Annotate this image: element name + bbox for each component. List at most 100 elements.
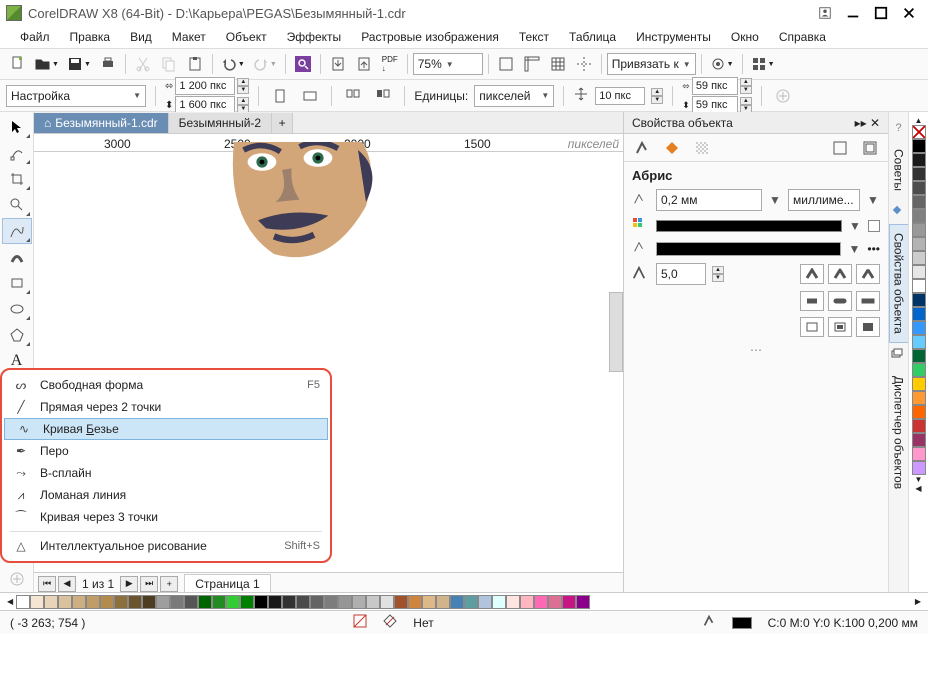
show-grid-button[interactable] bbox=[546, 52, 570, 76]
color-swatch[interactable] bbox=[296, 595, 310, 609]
menu-file[interactable]: Файл bbox=[10, 27, 60, 47]
cap-butt[interactable] bbox=[800, 291, 824, 311]
quick-customize-toolbox[interactable] bbox=[2, 566, 32, 592]
flyout-3point-curve[interactable]: ⁀Кривая через 3 точки bbox=[2, 506, 330, 528]
show-guidelines-button[interactable] bbox=[572, 52, 596, 76]
no-color-swatch[interactable] bbox=[912, 125, 926, 139]
color-swatch[interactable] bbox=[254, 595, 268, 609]
color-swatch[interactable] bbox=[912, 391, 926, 405]
hpal-right-button[interactable]: ▶ bbox=[912, 597, 924, 606]
color-swatch[interactable] bbox=[30, 595, 44, 609]
copy-button[interactable] bbox=[157, 52, 181, 76]
flyout-polyline[interactable]: ⩘Ломаная линия bbox=[2, 484, 330, 506]
doc-tab-2[interactable]: Безымянный-2 bbox=[169, 113, 272, 133]
close-button[interactable] bbox=[896, 4, 922, 22]
open-button[interactable]: ▼ bbox=[32, 52, 62, 76]
color-swatch[interactable] bbox=[912, 447, 926, 461]
outline-width-dd[interactable]: ▼ bbox=[768, 193, 782, 207]
cap-round[interactable] bbox=[828, 291, 852, 311]
color-swatch[interactable] bbox=[100, 595, 114, 609]
color-swatch[interactable] bbox=[912, 153, 926, 167]
color-swatch[interactable] bbox=[156, 595, 170, 609]
color-swatch[interactable] bbox=[310, 595, 324, 609]
freehand-tool[interactable] bbox=[2, 218, 32, 244]
color-swatch[interactable] bbox=[492, 595, 506, 609]
corner-round[interactable] bbox=[828, 264, 852, 284]
outline-color-check[interactable] bbox=[868, 220, 880, 232]
menu-window[interactable]: Окно bbox=[721, 27, 769, 47]
ellipse-tool[interactable] bbox=[2, 296, 32, 322]
color-swatch[interactable] bbox=[912, 293, 926, 307]
color-swatch[interactable] bbox=[912, 335, 926, 349]
paste-button[interactable] bbox=[183, 52, 207, 76]
color-swatch[interactable] bbox=[912, 377, 926, 391]
expand-section-button[interactable]: ⋯ bbox=[750, 343, 762, 357]
quick-customize-button[interactable] bbox=[771, 84, 795, 108]
color-swatch[interactable] bbox=[912, 167, 926, 181]
color-swatch[interactable] bbox=[912, 279, 926, 293]
page-width-input[interactable] bbox=[175, 77, 235, 95]
color-swatch[interactable] bbox=[912, 265, 926, 279]
minimize-button[interactable] bbox=[840, 4, 866, 22]
position-outside[interactable] bbox=[800, 317, 824, 337]
color-swatch[interactable] bbox=[44, 595, 58, 609]
color-swatch[interactable] bbox=[912, 321, 926, 335]
flyout-2point-line[interactable]: ╱Прямая через 2 точки bbox=[2, 396, 330, 418]
color-swatch[interactable] bbox=[912, 209, 926, 223]
current-page-button[interactable] bbox=[371, 84, 395, 108]
color-swatch[interactable] bbox=[562, 595, 576, 609]
color-swatch[interactable] bbox=[198, 595, 212, 609]
color-swatch[interactable] bbox=[912, 307, 926, 321]
menu-edit[interactable]: Правка bbox=[60, 27, 121, 47]
color-swatch[interactable] bbox=[912, 405, 926, 419]
flyout-bspline[interactable]: ⤳В-сплайн bbox=[2, 462, 330, 484]
add-page-button[interactable]: + bbox=[160, 576, 178, 592]
new-button[interactable] bbox=[6, 52, 30, 76]
help-hint-icon[interactable]: ? bbox=[887, 116, 911, 140]
color-swatch[interactable] bbox=[534, 595, 548, 609]
outline-color-picker[interactable] bbox=[656, 220, 842, 232]
landscape-button[interactable] bbox=[298, 84, 322, 108]
shape-tool[interactable] bbox=[2, 140, 32, 166]
position-inside[interactable] bbox=[856, 317, 880, 337]
color-swatch[interactable] bbox=[912, 237, 926, 251]
pick-tool[interactable] bbox=[2, 114, 32, 140]
color-swatch[interactable] bbox=[464, 595, 478, 609]
print-button[interactable] bbox=[96, 52, 120, 76]
color-swatch[interactable] bbox=[338, 595, 352, 609]
color-swatch[interactable] bbox=[912, 223, 926, 237]
nudge-spinner[interactable]: ▲▼ bbox=[651, 88, 663, 104]
color-swatch[interactable] bbox=[142, 595, 156, 609]
side-tab-object-manager[interactable]: Диспетчер объектов bbox=[889, 367, 909, 498]
doc-tab-1[interactable]: ⌂Безымянный-1.cdr bbox=[34, 113, 169, 133]
palette-up-button[interactable]: ▲ bbox=[915, 116, 923, 125]
redo-button[interactable]: ▼ bbox=[250, 52, 280, 76]
flyout-bezier[interactable]: ∿Кривая Безье bbox=[4, 418, 328, 440]
maximize-button[interactable] bbox=[868, 4, 894, 22]
color-swatch[interactable] bbox=[380, 595, 394, 609]
last-page-button[interactable]: ⏭ bbox=[140, 576, 158, 592]
menu-layout[interactable]: Макет bbox=[162, 27, 216, 47]
nudge-input[interactable] bbox=[595, 87, 645, 105]
palette-down-button[interactable]: ▼ bbox=[915, 475, 923, 484]
color-swatch[interactable] bbox=[324, 595, 338, 609]
color-swatch[interactable] bbox=[478, 595, 492, 609]
import-button[interactable] bbox=[326, 52, 350, 76]
position-center[interactable] bbox=[828, 317, 852, 337]
outline-width-combo[interactable]: 0,2 мм bbox=[656, 189, 762, 211]
color-swatch[interactable] bbox=[268, 595, 282, 609]
outline-swatch[interactable] bbox=[732, 617, 752, 629]
color-swatch[interactable] bbox=[912, 195, 926, 209]
menu-text[interactable]: Текст bbox=[509, 27, 559, 47]
hpal-left-button[interactable]: ◀ bbox=[4, 597, 16, 606]
color-swatch[interactable] bbox=[86, 595, 100, 609]
side-tab-object-properties[interactable]: Свойства объекта bbox=[889, 224, 909, 343]
color-swatch[interactable] bbox=[912, 363, 926, 377]
color-swatch[interactable] bbox=[114, 595, 128, 609]
user-button[interactable] bbox=[812, 4, 838, 22]
color-swatch[interactable] bbox=[394, 595, 408, 609]
color-swatch[interactable] bbox=[912, 349, 926, 363]
crop-tool[interactable] bbox=[2, 166, 32, 192]
dup-y-spinner[interactable]: ▲▼ bbox=[740, 97, 752, 113]
color-swatch[interactable] bbox=[436, 595, 450, 609]
